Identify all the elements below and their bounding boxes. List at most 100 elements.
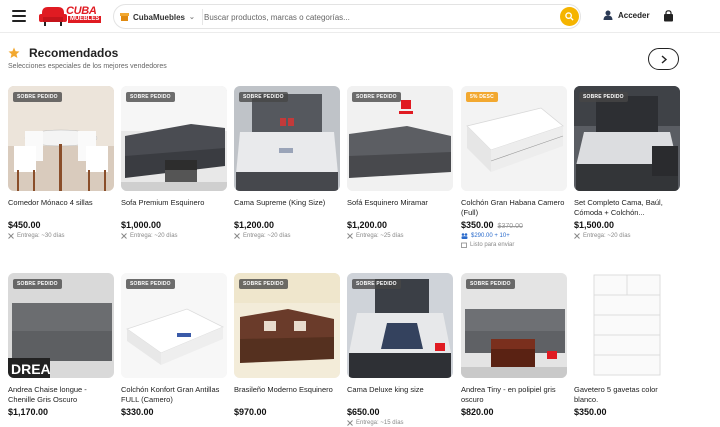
product-name: Colchón Konfort Gran Antillas FULL (Came… <box>121 385 220 404</box>
logo-text: CUBA <box>66 5 97 17</box>
product-image: DREA SOBRE PEDIDO <box>8 273 114 378</box>
product-price: $330.00 <box>121 407 154 417</box>
store-select-label: CubaMuebles <box>133 12 186 22</box>
product-badge: SOBRE PEDIDO <box>126 279 175 289</box>
product-price: $1,200.00 <box>347 220 388 230</box>
login-button[interactable]: Acceder <box>603 10 650 20</box>
search-button[interactable] <box>560 7 579 26</box>
product-name: Set Completo Cama, Baúl, Cómoda + Colchó… <box>574 198 663 217</box>
product-card[interactable]: SOBRE PEDIDO Brasileño Moderno Esquinero… <box>234 273 340 417</box>
product-name: Comedor Mónaco 4 sillas <box>8 198 93 207</box>
tools-icon <box>574 233 580 239</box>
store-select[interactable]: CubaMuebles ⌄ <box>120 9 203 25</box>
user-icon <box>603 10 613 20</box>
delivery-info: Entrega: ~15 días <box>347 420 453 426</box>
delivery-text: Entrega: ~20 días <box>130 233 178 239</box>
product-price: $350.00 <box>574 407 607 417</box>
product-price: $1,200.00 <box>234 220 275 230</box>
product-badge: SOBRE PEDIDO <box>352 279 401 289</box>
delivery-info: Entrega: ~30 días <box>8 233 114 239</box>
delivery-info: Entrega: ~20 días <box>234 233 340 239</box>
product-name: Cama Supreme (King Size) <box>234 198 326 207</box>
delivery-text: Entrega: ~20 días <box>583 233 631 239</box>
logo-subtext: MUEBLES <box>68 16 102 23</box>
chevron-down-icon: ⌄ <box>189 14 195 21</box>
product-image <box>574 273 680 378</box>
product-name: Cama Deluxe king size <box>347 385 424 394</box>
tools-icon <box>347 420 353 426</box>
cart-button[interactable] <box>663 9 674 27</box>
section-title: Recomendados <box>29 46 119 60</box>
carousel-next-button[interactable] <box>648 48 679 70</box>
people-icon <box>461 233 468 239</box>
product-card[interactable]: SOBRE PEDIDO Sofá Esquinero Miramar $1,2… <box>347 86 453 239</box>
delivery-info: Entrega: ~20 días <box>574 233 680 239</box>
product-image: SOBRE PEDIDO <box>461 273 567 378</box>
product-card[interactable]: SOBRE PEDIDO Sofa Premium Esquinero $1,0… <box>121 86 227 239</box>
product-price: $820.00 <box>461 407 494 417</box>
product-name: Andrea Chaise longue - Chenille Gris Osc… <box>8 385 87 404</box>
product-badge: SOBRE PEDIDO <box>13 279 62 289</box>
product-image: SOBRE PEDIDO <box>574 86 680 191</box>
product-price: $450.00 <box>8 220 41 230</box>
product-badge: SOBRE PEDIDO <box>579 92 628 102</box>
image-overlay-text: DREA <box>11 361 51 377</box>
product-card[interactable]: 5% DESC Colchón Gran Habana Camero (Full… <box>461 86 567 248</box>
product-price: $970.00 <box>234 407 267 417</box>
tools-icon <box>8 233 14 239</box>
product-image: SOBRE PEDIDO <box>347 273 453 378</box>
chevron-right-icon <box>661 54 667 64</box>
product-price: $1,000.00 <box>121 220 162 230</box>
product-image: SOBRE PEDIDO <box>121 273 227 378</box>
search-icon <box>565 12 574 21</box>
product-badge: SOBRE PEDIDO <box>126 92 175 102</box>
delivery-text: Entrega: ~25 días <box>356 233 404 239</box>
product-badge: SOBRE PEDIDO <box>466 279 515 289</box>
tools-icon <box>234 233 240 239</box>
product-name: Sofá Esquinero Miramar <box>347 198 428 207</box>
product-name: Andrea Tiny - en polipiel gris oscuro <box>461 385 556 404</box>
shopping-bag-icon <box>664 10 673 22</box>
product-badge: SOBRE PEDIDO <box>239 92 288 102</box>
product-card[interactable]: Gavetero 5 gavetas color blanco. $350.00 <box>574 273 680 417</box>
discount-badge: 5% DESC <box>466 92 498 102</box>
product-card[interactable]: SOBRE PEDIDO Comedor Mónaco 4 sillas $45… <box>8 86 114 239</box>
product-name: Gavetero 5 gavetas color blanco. <box>574 385 658 404</box>
product-badge: SOBRE PEDIDO <box>13 92 62 102</box>
store-icon <box>120 13 129 21</box>
product-image: SOBRE PEDIDO <box>347 86 453 191</box>
product-price: $1,500.00 <box>574 220 615 230</box>
search-input[interactable] <box>204 10 544 24</box>
product-image: SOBRE PEDIDO <box>234 86 340 191</box>
product-card[interactable]: SOBRE PEDIDO Andrea Tiny - en polipiel g… <box>461 273 567 417</box>
stock-info: Listo para enviar <box>461 242 567 248</box>
star-icon <box>8 47 20 58</box>
box-icon <box>461 242 467 248</box>
product-image: 5% DESC <box>461 86 567 191</box>
delivery-info: Entrega: ~25 días <box>347 233 453 239</box>
old-price: $370.00 <box>497 223 523 230</box>
product-card[interactable]: SOBRE PEDIDO Cama Supreme (King Size) $1… <box>234 86 340 239</box>
product-card[interactable]: SOBRE PEDIDO Set Completo Cama, Baúl, Có… <box>574 86 680 239</box>
section-subtitle: Selecciones especiales de los mejores ve… <box>8 63 167 70</box>
product-card[interactable]: DREA SOBRE PEDIDO Andrea Chaise longue -… <box>8 273 114 417</box>
installment-info: $290.00 + 10+ <box>461 233 567 239</box>
stock-text: Listo para enviar <box>470 242 515 248</box>
delivery-text: Entrega: ~15 días <box>356 420 404 426</box>
delivery-text: Entrega: ~20 días <box>243 233 291 239</box>
product-name: Brasileño Moderno Esquinero <box>234 385 333 394</box>
armchair-logo-icon <box>39 7 67 26</box>
product-price: $350.00 <box>461 220 494 230</box>
product-card[interactable]: SOBRE PEDIDO Colchón Konfort Gran Antill… <box>121 273 227 417</box>
product-badge: SOBRE PEDIDO <box>239 279 288 289</box>
delivery-text: Entrega: ~30 días <box>17 233 65 239</box>
product-name: Colchón Gran Habana Camero (Full) <box>461 198 565 217</box>
login-label: Acceder <box>618 10 650 20</box>
hamburger-menu-icon[interactable] <box>12 10 26 22</box>
tools-icon <box>121 233 127 239</box>
search-bar: CubaMuebles ⌄ <box>113 4 581 29</box>
installment-text: $290.00 + 10+ <box>471 233 510 239</box>
product-card[interactable]: SOBRE PEDIDO Cama Deluxe king size $650.… <box>347 273 453 426</box>
top-header: CUBA MUEBLES CubaMuebles ⌄ Acceder <box>0 0 720 33</box>
tools-icon <box>347 233 353 239</box>
